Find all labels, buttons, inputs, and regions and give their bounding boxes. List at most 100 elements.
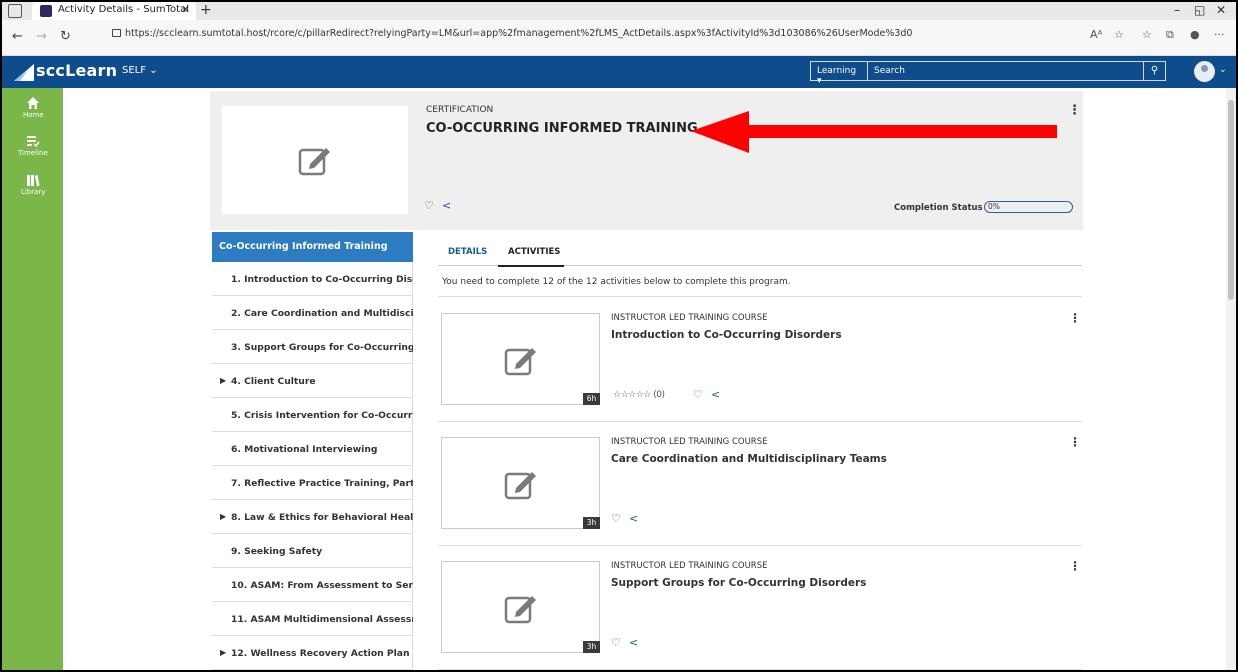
rail-library-label: Library: [21, 188, 46, 196]
activity-card-title[interactable]: Care Coordination and Multidisciplinary …: [611, 453, 887, 465]
favorite-heart-icon[interactable]: ♡: [611, 636, 621, 649]
close-tab-icon[interactable]: ✕: [181, 3, 190, 16]
tree-item-label: 5. Crisis Intervention for Co-Occurring …: [231, 410, 413, 421]
activity-card[interactable]: 3h INSTRUCTOR LED TRAINING COURSE Care C…: [438, 422, 1082, 546]
favorites-list-icon[interactable]: ☆: [1142, 28, 1152, 41]
favorite-heart-icon[interactable]: ♡: [693, 388, 703, 401]
self-menu[interactable]: SELF ⌄: [122, 65, 158, 76]
completion-value: 0%: [988, 202, 1000, 211]
tree-item[interactable]: 6. Motivational Interviewing: [212, 432, 413, 466]
scrollbar[interactable]: [1226, 88, 1236, 670]
tree-item-label: 1. Introduction to Co-Occurring Disord..…: [231, 274, 413, 285]
search-icon[interactable]: ⚲: [1144, 61, 1166, 81]
tree-item[interactable]: 9. Seeking Safety: [212, 534, 413, 568]
read-aloud-icon[interactable]: Aᴬ: [1090, 28, 1102, 41]
tab-activities[interactable]: ACTIVITIES: [508, 247, 560, 257]
activity-thumbnail[interactable]: [441, 437, 600, 529]
forward-icon[interactable]: →: [36, 29, 47, 44]
tree-header[interactable]: Co-Occurring Informed Training: [212, 232, 413, 262]
activity-thumbnail[interactable]: [441, 313, 600, 405]
tab-details[interactable]: DETAILS: [448, 247, 487, 257]
page-title: CO-OCCURRING INFORMED TRAINING: [426, 121, 698, 136]
browser-tab[interactable]: Activity Details - SumTotal ✕: [32, 2, 196, 20]
collections-icon[interactable]: ⧉: [1166, 28, 1174, 42]
duration-badge: 6h: [583, 393, 600, 405]
tree-item[interactable]: ▶ 4. Client Culture: [212, 364, 413, 398]
home-icon: [27, 97, 39, 109]
favorite-heart-icon[interactable]: ♡: [611, 512, 621, 525]
window-close-icon[interactable]: ✕: [1216, 3, 1226, 17]
duration-badge: 3h: [583, 641, 600, 653]
share-icon[interactable]: <: [629, 636, 638, 649]
rating-count: (0): [653, 390, 665, 400]
logo-icon: [14, 64, 34, 81]
tree-item[interactable]: 5. Crisis Intervention for Co-Occurring …: [212, 398, 413, 432]
more-options-icon[interactable]: ⋮: [1068, 103, 1081, 118]
tree-item-label: 7. Reflective Practice Training, Part I: [231, 478, 413, 489]
learning-select-label: Learning: [817, 66, 857, 76]
activity-card-title[interactable]: Introduction to Co-Occurring Disorders: [611, 329, 842, 341]
chevron-down-icon: ⌄: [149, 65, 158, 76]
more-options-icon[interactable]: ⋮: [1069, 435, 1081, 449]
share-icon[interactable]: <: [442, 199, 451, 212]
activity-card[interactable]: 6h INSTRUCTOR LED TRAINING COURSE Introd…: [438, 298, 1082, 422]
more-options-icon[interactable]: ⋮: [1069, 311, 1081, 325]
refresh-icon[interactable]: ↻: [60, 29, 71, 44]
tree-item-label: 12. Wellness Recovery Action Plan (WR...: [231, 648, 413, 659]
rail-home[interactable]: Home: [2, 96, 63, 126]
back-icon[interactable]: ←: [12, 29, 23, 44]
activity-card[interactable]: 3h INSTRUCTOR LED TRAINING COURSE Suppor…: [438, 546, 1082, 670]
more-options-icon[interactable]: ⋮: [1069, 559, 1081, 573]
url-field[interactable]: https://scclearn.sumtotal.host/rcore/c/p…: [112, 28, 912, 39]
tree-item-label: 3. Support Groups for Co-Occurring Dis..…: [231, 342, 413, 353]
tree-item[interactable]: ▶ 12. Wellness Recovery Action Plan (WR..…: [212, 636, 413, 670]
logo-text[interactable]: sccLearn: [36, 61, 117, 80]
favicon-icon: [40, 5, 52, 17]
active-tab-indicator: [498, 265, 564, 267]
rail-timeline[interactable]: Timeline: [2, 134, 63, 164]
library-icon: [27, 175, 40, 187]
avatar[interactable]: [1194, 61, 1215, 82]
activity-tree: Co-Occurring Informed Training 1. Introd…: [212, 232, 413, 670]
tree-item[interactable]: 1. Introduction to Co-Occurring Disord..…: [212, 262, 413, 296]
tree-item-label: 6. Motivational Interviewing: [231, 444, 378, 455]
rating-stars[interactable]: ☆☆☆☆☆ (0): [613, 390, 665, 400]
divider: [438, 296, 1082, 297]
minimize-icon[interactable]: –: [1174, 3, 1180, 17]
tree-item[interactable]: ▶ 8. Law & Ethics for Behavioral Health: [212, 500, 413, 534]
share-icon[interactable]: <: [629, 512, 638, 525]
activity-type: CERTIFICATION: [426, 105, 494, 115]
activity-thumbnail[interactable]: [441, 561, 600, 653]
tree-item[interactable]: 11. ASAM Multidimensional Assessment: [212, 602, 413, 636]
tree-item-label: 10. ASAM: From Assessment to Service ...: [231, 580, 413, 591]
detail-tabs: DETAILS ACTIVITIES: [438, 238, 1082, 267]
restore-icon[interactable]: ◱: [1194, 3, 1205, 17]
share-icon[interactable]: <: [711, 388, 720, 401]
rail-timeline-label: Timeline: [18, 149, 48, 157]
search-input[interactable]: Search: [868, 61, 1144, 81]
profile-icon[interactable]: ●: [1190, 28, 1200, 41]
browser-tab-bar: Activity Details - SumTotal ✕ + – ◱ ✕: [2, 2, 1236, 20]
tree-item[interactable]: 10. ASAM: From Assessment to Service ...: [212, 568, 413, 602]
tree-item[interactable]: 2. Care Coordination and Multidisciplin.…: [212, 296, 413, 330]
scrollbar-thumb[interactable]: [1228, 100, 1234, 300]
lock-icon: [112, 29, 121, 37]
window-menu-icon[interactable]: [8, 4, 22, 18]
caret-right-icon[interactable]: ▶: [220, 512, 226, 521]
app-header: sccLearn SELF ⌄ Learning ▾ Search ⚲ ⌄: [2, 56, 1236, 88]
caret-right-icon[interactable]: ▶: [220, 376, 226, 385]
activity-card-title[interactable]: Support Groups for Co-Occurring Disorder…: [611, 577, 866, 589]
tree-item[interactable]: 3. Support Groups for Co-Occurring Dis..…: [212, 330, 413, 364]
chevron-down-icon[interactable]: ⌄: [1219, 65, 1227, 75]
favorite-icon[interactable]: ☆: [1114, 28, 1124, 41]
activity-thumbnail: [222, 106, 408, 214]
favorite-heart-icon[interactable]: ♡: [424, 199, 434, 212]
more-icon[interactable]: ···: [1214, 28, 1225, 41]
rail-library[interactable]: Library: [2, 173, 63, 203]
new-tab-button[interactable]: +: [200, 2, 212, 18]
learning-select[interactable]: Learning ▾: [810, 61, 868, 86]
tree-item[interactable]: 7. Reflective Practice Training, Part I: [212, 466, 413, 500]
caret-right-icon[interactable]: ▶: [220, 648, 226, 657]
edit-icon: [298, 148, 330, 176]
activity-card-type: INSTRUCTOR LED TRAINING COURSE: [611, 561, 768, 571]
